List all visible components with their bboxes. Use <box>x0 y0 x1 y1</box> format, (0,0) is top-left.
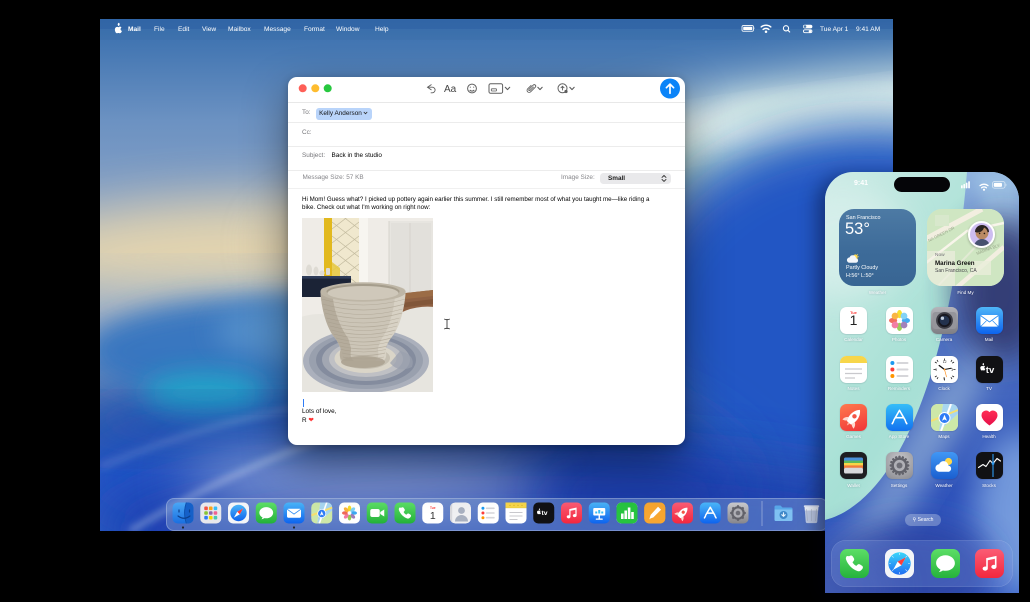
svg-text:6: 6 <box>943 376 945 380</box>
svg-text:tv: tv <box>985 365 994 376</box>
svg-text:tv: tv <box>541 510 547 517</box>
svg-text:12: 12 <box>942 360 946 364</box>
svg-text:9: 9 <box>935 368 937 372</box>
svg-text:Aa: Aa <box>444 84 457 95</box>
svg-text:1: 1 <box>430 510 436 522</box>
